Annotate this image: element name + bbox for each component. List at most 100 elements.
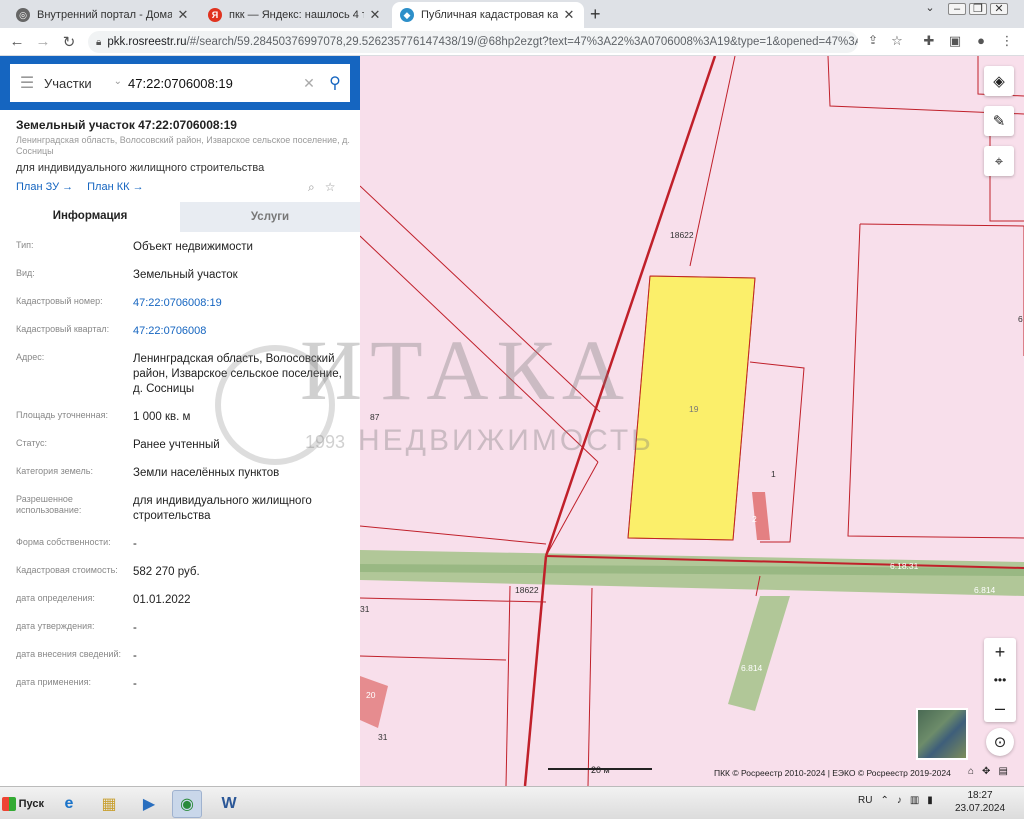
ruler-button[interactable]: ✎	[984, 106, 1014, 136]
chevron-up-icon[interactable]: ⌃	[880, 795, 888, 806]
cadastral-map[interactable]: 18622 19 1 87 18622 6.814 6.814 6.18.31 …	[360, 56, 1024, 786]
parcel-label: 31	[378, 732, 388, 742]
close-icon[interactable]: ✕	[176, 7, 190, 23]
cadastral-number-link[interactable]: 47:22:0706008:19	[133, 296, 353, 311]
sidepanel-icon[interactable]: ▣	[946, 33, 964, 49]
tab-services[interactable]: Услуги	[180, 202, 360, 232]
close-icon[interactable]: ✕	[368, 7, 382, 23]
search-icon[interactable]: ⚲	[320, 73, 350, 93]
property-label: дата применения:	[16, 677, 92, 687]
property-value: Ленинградская область, Волосовский район…	[133, 353, 342, 395]
restore-button[interactable]: ❐	[969, 3, 987, 15]
tab-information[interactable]: Информация	[0, 202, 180, 232]
close-icon[interactable]: ✕	[562, 7, 576, 23]
plan-links: План ЗУ → План КК →	[16, 181, 144, 193]
home-icon[interactable]: ⌂	[968, 766, 974, 777]
more-dots-icon[interactable]: •••	[984, 666, 1016, 694]
globe-icon: ◎	[16, 8, 30, 22]
chevron-down-icon[interactable]: ⌄	[921, 3, 939, 15]
address-bar[interactable]: 🔒︎ pkk.rosreestr.ru /#/search/59.2845037…	[88, 31, 858, 53]
file-explorer-icon[interactable]: ▦	[94, 790, 124, 818]
word-icon[interactable]: W	[214, 790, 244, 818]
clear-icon[interactable]: ✕	[298, 75, 320, 92]
rosreestr-icon: ◆	[400, 8, 414, 22]
language-indicator[interactable]: RU	[858, 795, 872, 806]
browser-toolbar: ← → ↻ 🔒︎ pkk.rosreestr.ru /#/search/59.2…	[0, 28, 1024, 56]
new-tab-button[interactable]: +	[590, 4, 601, 25]
parcel-label: 31	[360, 604, 370, 614]
small-parcel-left	[360, 676, 388, 728]
print-icon[interactable]: ▤	[998, 766, 1007, 777]
url-host: pkk.rosreestr.ru	[107, 36, 187, 48]
zoom-to-object-icon[interactable]: ⌕	[308, 180, 315, 195]
crosshair-icon: ⌖	[994, 152, 1004, 170]
menu-icon[interactable]: ☰	[10, 73, 44, 93]
favorite-star-icon[interactable]: ☆	[325, 180, 336, 195]
property-label: Разрешенное использование:	[16, 494, 82, 515]
object-title: Земельный участок 47:22:0706008:19	[16, 118, 237, 132]
tab-title: Публичная кадастровая карта	[421, 9, 558, 21]
map-footer-icons: ⌂ ✥ ▤	[968, 766, 1008, 777]
browser-tab-portal[interactable]: ◎ Внутренний портал - Домашняя ✕	[8, 2, 198, 28]
chrome-icon[interactable]: ◉	[172, 790, 202, 818]
profile-icon[interactable]: ●	[972, 33, 990, 48]
system-tray: RU ⌃ ♪ ▥ ▮	[858, 795, 933, 806]
reload-icon[interactable]: ↻	[60, 33, 78, 51]
property-label: дата определения:	[16, 593, 95, 603]
yandex-icon: Я	[208, 8, 222, 22]
browser-tab-yandex[interactable]: Я пкк — Яндекс: нашлось 4 тыс. р ✕	[200, 2, 390, 28]
parcel-label: 6	[1018, 314, 1023, 324]
search-category-select[interactable]: Участки ⌄	[44, 76, 128, 91]
media-player-icon[interactable]: ▶	[134, 790, 164, 818]
network-icon[interactable]: ▥	[910, 795, 919, 806]
search-input[interactable]	[128, 75, 298, 91]
object-address: Ленинградская область, Волосовский район…	[16, 135, 350, 156]
minimize-button[interactable]: –	[948, 3, 966, 15]
road-label: 18622	[515, 585, 539, 595]
property-label: Кадастровый квартал:	[16, 324, 110, 334]
property-value: -	[133, 622, 137, 634]
map-canvas[interactable]	[360, 56, 1024, 786]
ruler-icon: ✎	[992, 113, 1006, 130]
browser-tab-pkk[interactable]: ◆ Публичная кадастровая карта ✕	[392, 2, 584, 28]
property-value: Земли населённых пунктов	[133, 467, 280, 479]
satellite-layer-thumbnail[interactable]	[916, 708, 968, 760]
info-tabs: Информация Услуги	[0, 202, 360, 232]
start-button[interactable]: Пуск	[2, 791, 44, 817]
zoom-out-button[interactable]: –	[984, 694, 1016, 722]
compass-icon: ⊙	[993, 734, 1007, 751]
plan-kk-link[interactable]: План КК →	[87, 181, 143, 193]
share-icon[interactable]: ⇪	[864, 33, 882, 47]
property-value: 582 270 руб.	[133, 566, 200, 578]
scale-label: 20 м	[591, 765, 610, 775]
layers-button[interactable]: ◈	[984, 66, 1014, 96]
forward-arrow-icon[interactable]: →	[34, 33, 52, 50]
close-window-button[interactable]: ✕	[990, 3, 1008, 15]
lock-icon: 🔒︎	[96, 36, 102, 48]
volume-icon[interactable]: ♪	[897, 795, 902, 806]
battery-icon[interactable]: ▮	[927, 795, 933, 806]
windows-logo-icon	[2, 797, 16, 811]
layers-icon: ◈	[993, 73, 1005, 90]
move-icon[interactable]: ✥	[982, 766, 990, 777]
start-label: Пуск	[18, 798, 44, 810]
bookmark-star-icon[interactable]: ☆	[888, 33, 906, 49]
extensions-icon[interactable]: ✚	[920, 33, 938, 49]
system-clock[interactable]: 18:27 23.07.2024	[955, 789, 1005, 815]
back-arrow-icon[interactable]: ←	[8, 33, 26, 50]
cadastral-quarter-link[interactable]: 47:22:0706008	[133, 324, 353, 339]
compass-button[interactable]: ⊙	[986, 728, 1014, 756]
internet-explorer-icon[interactable]: e	[54, 790, 84, 818]
zoom-in-button[interactable]: +	[984, 638, 1016, 666]
object-header: Земельный участок 47:22:0706008:19 Ленин…	[16, 118, 351, 174]
browser-tab-bar: ◎ Внутренний портал - Домашняя ✕ Я пкк —…	[0, 0, 1024, 28]
parcel-label: 87	[370, 412, 380, 422]
plan-zu-link[interactable]: План ЗУ →	[16, 181, 73, 193]
zoom-controls: + ••• –	[984, 638, 1016, 722]
locate-button[interactable]: ⌖	[984, 146, 1014, 176]
property-value: -	[133, 538, 137, 550]
road-diagonal	[728, 596, 790, 711]
more-vertical-icon[interactable]: ⋮	[998, 33, 1016, 49]
property-value: 1 000 кв. м	[133, 411, 191, 423]
property-label: Кадастровый номер:	[16, 296, 103, 306]
